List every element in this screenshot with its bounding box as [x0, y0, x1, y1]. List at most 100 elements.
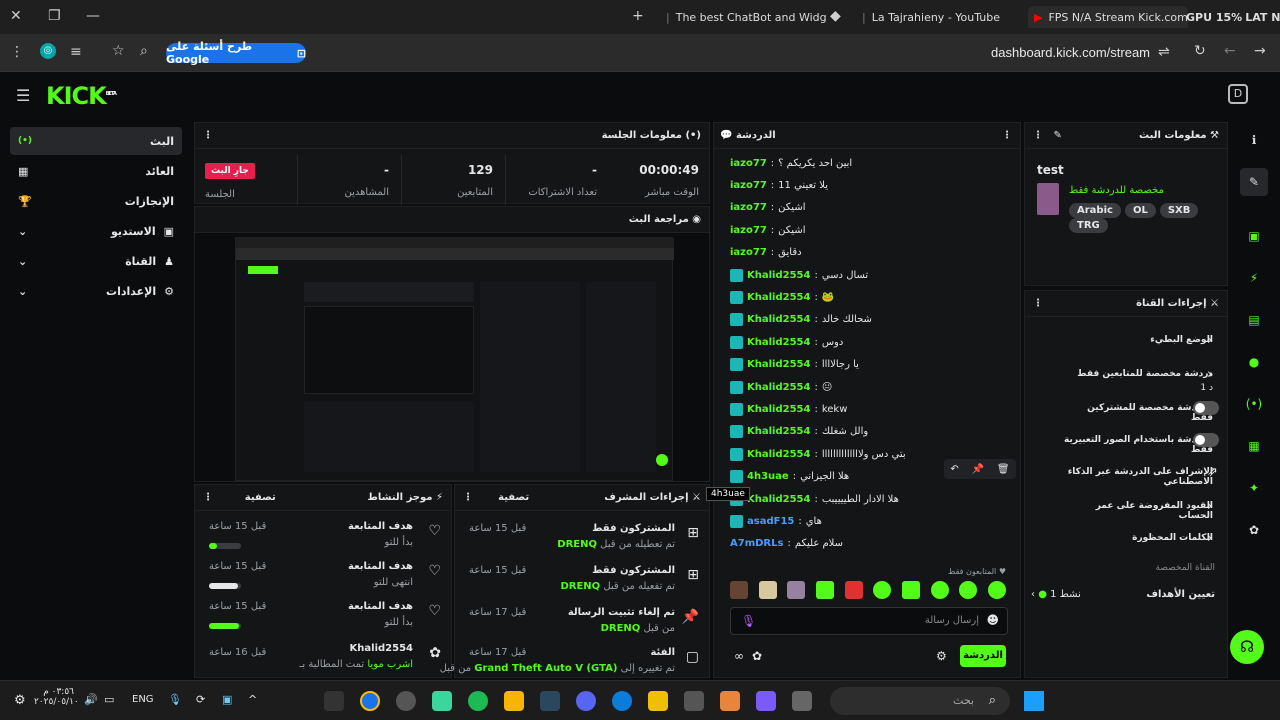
kebab-menu-icon[interactable]: ⋮ — [1002, 130, 1012, 141]
app-icon[interactable] — [432, 691, 452, 711]
chat-message[interactable]: iazo77: اشيكن — [730, 198, 1006, 218]
toggle-switch[interactable] — [1193, 401, 1219, 415]
channel-action-item[interactable]: الدردشة مخصصة للمشتركين فقط — [1035, 399, 1219, 429]
reward-icon[interactable]: ✿ — [752, 649, 762, 663]
set-goals-row[interactable]: ‹ ● نشط 1 تعيين الأهداف — [1031, 589, 1215, 605]
chat-username[interactable]: iazo77 — [730, 225, 767, 236]
chat-username[interactable]: Khalid2554 — [747, 292, 810, 303]
send-chat-button[interactable]: الدردشة — [960, 645, 1006, 667]
hamburger-menu-icon[interactable]: ☰ — [16, 86, 30, 105]
category-thumbnail[interactable] — [1037, 183, 1059, 215]
chat-message[interactable]: iazo77: اشيكن — [730, 220, 1006, 240]
trash-icon[interactable]: 🗑 — [997, 464, 1010, 475]
app-icon[interactable] — [504, 691, 524, 711]
copilot-icon[interactable] — [756, 691, 776, 711]
infinity-icon[interactable]: ∞ — [734, 649, 744, 663]
chat-message[interactable]: Khalid2554: 🐸 — [730, 287, 1006, 307]
chat-username[interactable]: iazo77 — [730, 202, 767, 213]
studio-icon[interactable]: ▣ — [1240, 222, 1268, 250]
emote-item[interactable] — [844, 581, 863, 599]
activity-filter-button[interactable]: تصفية — [245, 492, 276, 503]
chat-username[interactable]: Khalid2554 — [747, 404, 810, 415]
chat-username[interactable]: Khalid2554 — [747, 314, 810, 325]
undo-icon[interactable]: ↶ — [950, 464, 958, 475]
settings-tray-icon[interactable]: ⚙ — [14, 693, 26, 708]
stream-preview-video[interactable] — [235, 237, 674, 481]
toggle-switch[interactable] — [1193, 433, 1219, 447]
reload-icon[interactable]: ↻ — [1194, 43, 1206, 59]
chat-message[interactable]: iazo77: دقايق — [730, 243, 1006, 263]
forward-icon[interactable]: ← — [1224, 43, 1236, 59]
new-tab-icon[interactable]: + — [632, 8, 644, 24]
emote-item[interactable] — [901, 581, 920, 599]
clock[interactable]: ٠٣:٥٦ م ٢٠٢٥/٠٥/١٠ — [34, 687, 79, 707]
chat-username[interactable]: Khalid2554 — [747, 494, 810, 505]
document-icon[interactable]: ▤ — [1240, 306, 1268, 334]
chevron-up-icon[interactable]: ^ — [248, 693, 257, 706]
emote-item[interactable] — [730, 581, 748, 599]
stream-category[interactable]: مخصصة للدردشة فقط — [1069, 185, 1164, 196]
channel-action-item[interactable]: الكلمات المحظورة › — [1035, 529, 1217, 559]
info-icon[interactable]: ℹ — [1240, 126, 1268, 154]
chat-username[interactable]: Khalid2554 — [747, 426, 810, 437]
chat-username[interactable]: iazo77 — [730, 180, 767, 191]
chat-username[interactable]: Khalid2554 — [747, 359, 810, 370]
back-icon[interactable]: → — [1254, 43, 1266, 59]
sidebar-item-channel[interactable]: ⌄ القناة ♟ — [10, 247, 182, 275]
chat-username[interactable]: Khalid2554 — [747, 449, 810, 460]
channel-action-item[interactable]: دردشة مخصصة للمتابعين فقط 1 د › — [1035, 365, 1217, 395]
chat-message[interactable]: A7mDRLs: سلام عليكم — [730, 534, 1006, 554]
emote-item[interactable] — [987, 581, 1006, 599]
emote-item[interactable] — [930, 581, 949, 599]
chat-message[interactable]: Khalid2554: دوس — [730, 332, 1006, 352]
taskview-icon[interactable] — [792, 691, 812, 711]
kebab-menu-icon[interactable]: ⋮ — [203, 130, 213, 141]
chat-username[interactable]: iazo77 — [730, 158, 767, 169]
chat-bubble-icon[interactable]: ● — [1240, 348, 1268, 376]
tray-app-icon[interactable]: ▣ — [222, 693, 232, 706]
sidebar-item-studio[interactable]: ⌄ الاستديو ▣ — [10, 217, 182, 245]
explorer-icon[interactable] — [648, 691, 668, 711]
restore-window-icon[interactable]: ❐ — [48, 8, 61, 24]
channel-action-item[interactable]: القيود المفروضة على عمر الحساب › — [1035, 497, 1217, 527]
chat-username[interactable]: Khalid2554 — [747, 382, 810, 393]
kebab-menu-icon[interactable]: ⋮ — [1033, 130, 1043, 141]
site-settings-icon[interactable]: ⇌ — [1158, 44, 1170, 60]
taskbar-search[interactable]: ⌕ بحث — [830, 687, 1010, 715]
lightning-icon[interactable]: ⚡ — [1240, 264, 1268, 292]
tag-chip[interactable]: SXB — [1159, 203, 1199, 218]
tab-youtube[interactable]: | La Tajrahieny - YouTube — [862, 6, 1012, 28]
gear-icon[interactable]: ⚙ — [936, 649, 947, 663]
kebab-menu-icon[interactable]: ⋮ — [203, 492, 213, 503]
kebab-menu-icon[interactable]: ⋮ — [1033, 298, 1043, 309]
chat-message[interactable]: Khalid2554: 😐 — [730, 377, 1006, 397]
sidebar-item-achievements[interactable]: 🏆 الإنجازات — [10, 187, 182, 215]
broadcast-icon[interactable]: (•) — [1240, 390, 1268, 418]
reward-icon[interactable]: ✿ — [1240, 516, 1268, 544]
chrome-icon[interactable] — [360, 691, 380, 711]
emote-item[interactable] — [815, 581, 834, 599]
chat-username[interactable]: iazo77 — [730, 247, 767, 258]
tag-chip[interactable]: Arabic — [1069, 203, 1121, 218]
app-icon[interactable] — [684, 691, 704, 711]
emote-item[interactable] — [959, 581, 978, 599]
zoom-icon[interactable]: ⌕ — [140, 43, 148, 59]
chat-message[interactable]: Khalid2554: هلا الادار الطييييبب — [730, 489, 1006, 509]
chat-message[interactable]: Khalid2554: تسال دسي — [730, 265, 1006, 285]
tag-chip[interactable]: OL — [1124, 203, 1156, 218]
chat-username[interactable]: A7mDRLs — [730, 538, 783, 549]
minimize-window-icon[interactable]: — — [86, 8, 100, 24]
chat-username[interactable]: Khalid2554 — [747, 270, 810, 281]
emote-item[interactable] — [758, 581, 777, 599]
profile-icon[interactable]: ◎ — [40, 43, 56, 59]
windows-start-icon[interactable] — [1024, 691, 1044, 711]
sidebar-item-stream[interactable]: (•) البث — [10, 127, 182, 155]
more-menu-icon[interactable]: ⋮ — [10, 44, 24, 60]
obs-icon[interactable] — [396, 691, 416, 711]
sidebar-item-settings[interactable]: ⌄ الإعدادات ⚙ — [10, 277, 182, 305]
chat-message[interactable]: Khalid2554: والل شغلك — [730, 422, 1006, 442]
volume-icon[interactable]: 🔊 — [84, 693, 98, 706]
spotify-icon[interactable] — [468, 691, 488, 711]
discord-icon[interactable] — [576, 691, 596, 711]
channel-action-item[interactable]: الوضع البطيء › — [1035, 331, 1217, 361]
